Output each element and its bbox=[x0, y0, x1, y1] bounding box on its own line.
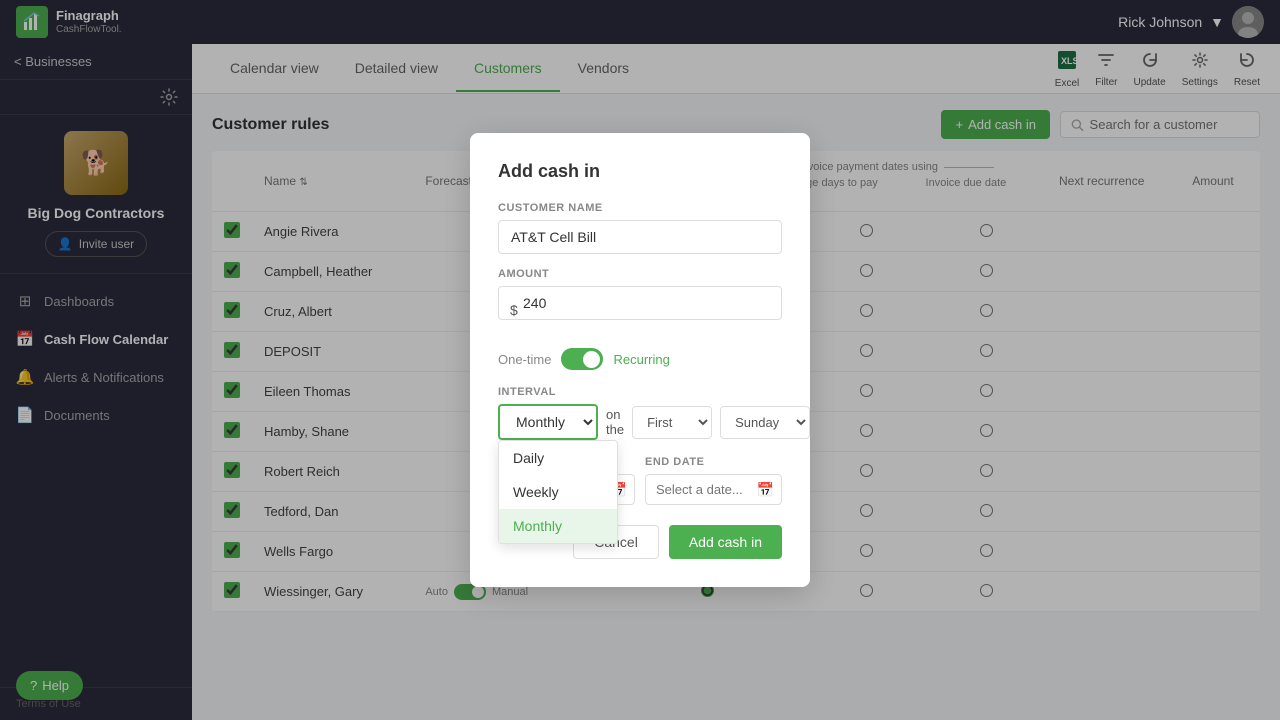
interval-dropdown: Daily Weekly Monthly bbox=[498, 440, 618, 544]
dropdown-item-daily[interactable]: Daily bbox=[499, 441, 617, 475]
end-date-calendar-icon[interactable]: 📅 bbox=[757, 481, 774, 498]
onetime-label: One-time bbox=[498, 352, 551, 367]
dropdown-item-monthly[interactable]: Monthly bbox=[499, 509, 617, 543]
add-cash-in-modal: Add cash in CUSTOMER NAME AMOUNT $ One-t… bbox=[470, 133, 810, 587]
interval-row: Monthly Daily Weekly Monthly on the Firs… bbox=[498, 404, 782, 440]
end-date-label: END DATE bbox=[645, 456, 782, 468]
day-select[interactable]: First Second Third Last bbox=[632, 406, 712, 439]
amount-input[interactable] bbox=[498, 286, 782, 320]
recurring-toggle[interactable] bbox=[561, 348, 603, 370]
recurring-label: Recurring bbox=[613, 352, 669, 367]
customer-name-label: CUSTOMER NAME bbox=[498, 202, 782, 214]
customer-name-input[interactable] bbox=[498, 220, 782, 254]
modal-title: Add cash in bbox=[498, 161, 782, 182]
recurring-row: One-time Recurring bbox=[498, 348, 782, 370]
day-name-select[interactable]: Sunday Monday Tuesday Wednesday Thursday… bbox=[720, 406, 810, 439]
end-date-wrap: 📅 bbox=[645, 474, 782, 505]
on-the-text: on the bbox=[606, 407, 624, 437]
end-date-field: END DATE 📅 bbox=[645, 456, 782, 505]
dropdown-item-weekly[interactable]: Weekly bbox=[499, 475, 617, 509]
amount-input-wrap: $ bbox=[498, 286, 782, 334]
amount-label: AMOUNT bbox=[498, 268, 782, 280]
interval-label: INTERVAL bbox=[498, 386, 782, 398]
amount-prefix: $ bbox=[510, 302, 518, 318]
add-cash-in-confirm-button[interactable]: Add cash in bbox=[669, 525, 782, 559]
modal-overlay[interactable]: Add cash in CUSTOMER NAME AMOUNT $ One-t… bbox=[0, 0, 1280, 720]
interval-section: INTERVAL Monthly Daily Weekly Monthly on… bbox=[498, 386, 782, 440]
interval-dropdown-wrap: Monthly Daily Weekly Monthly bbox=[498, 404, 598, 440]
interval-select[interactable]: Monthly bbox=[498, 404, 598, 440]
